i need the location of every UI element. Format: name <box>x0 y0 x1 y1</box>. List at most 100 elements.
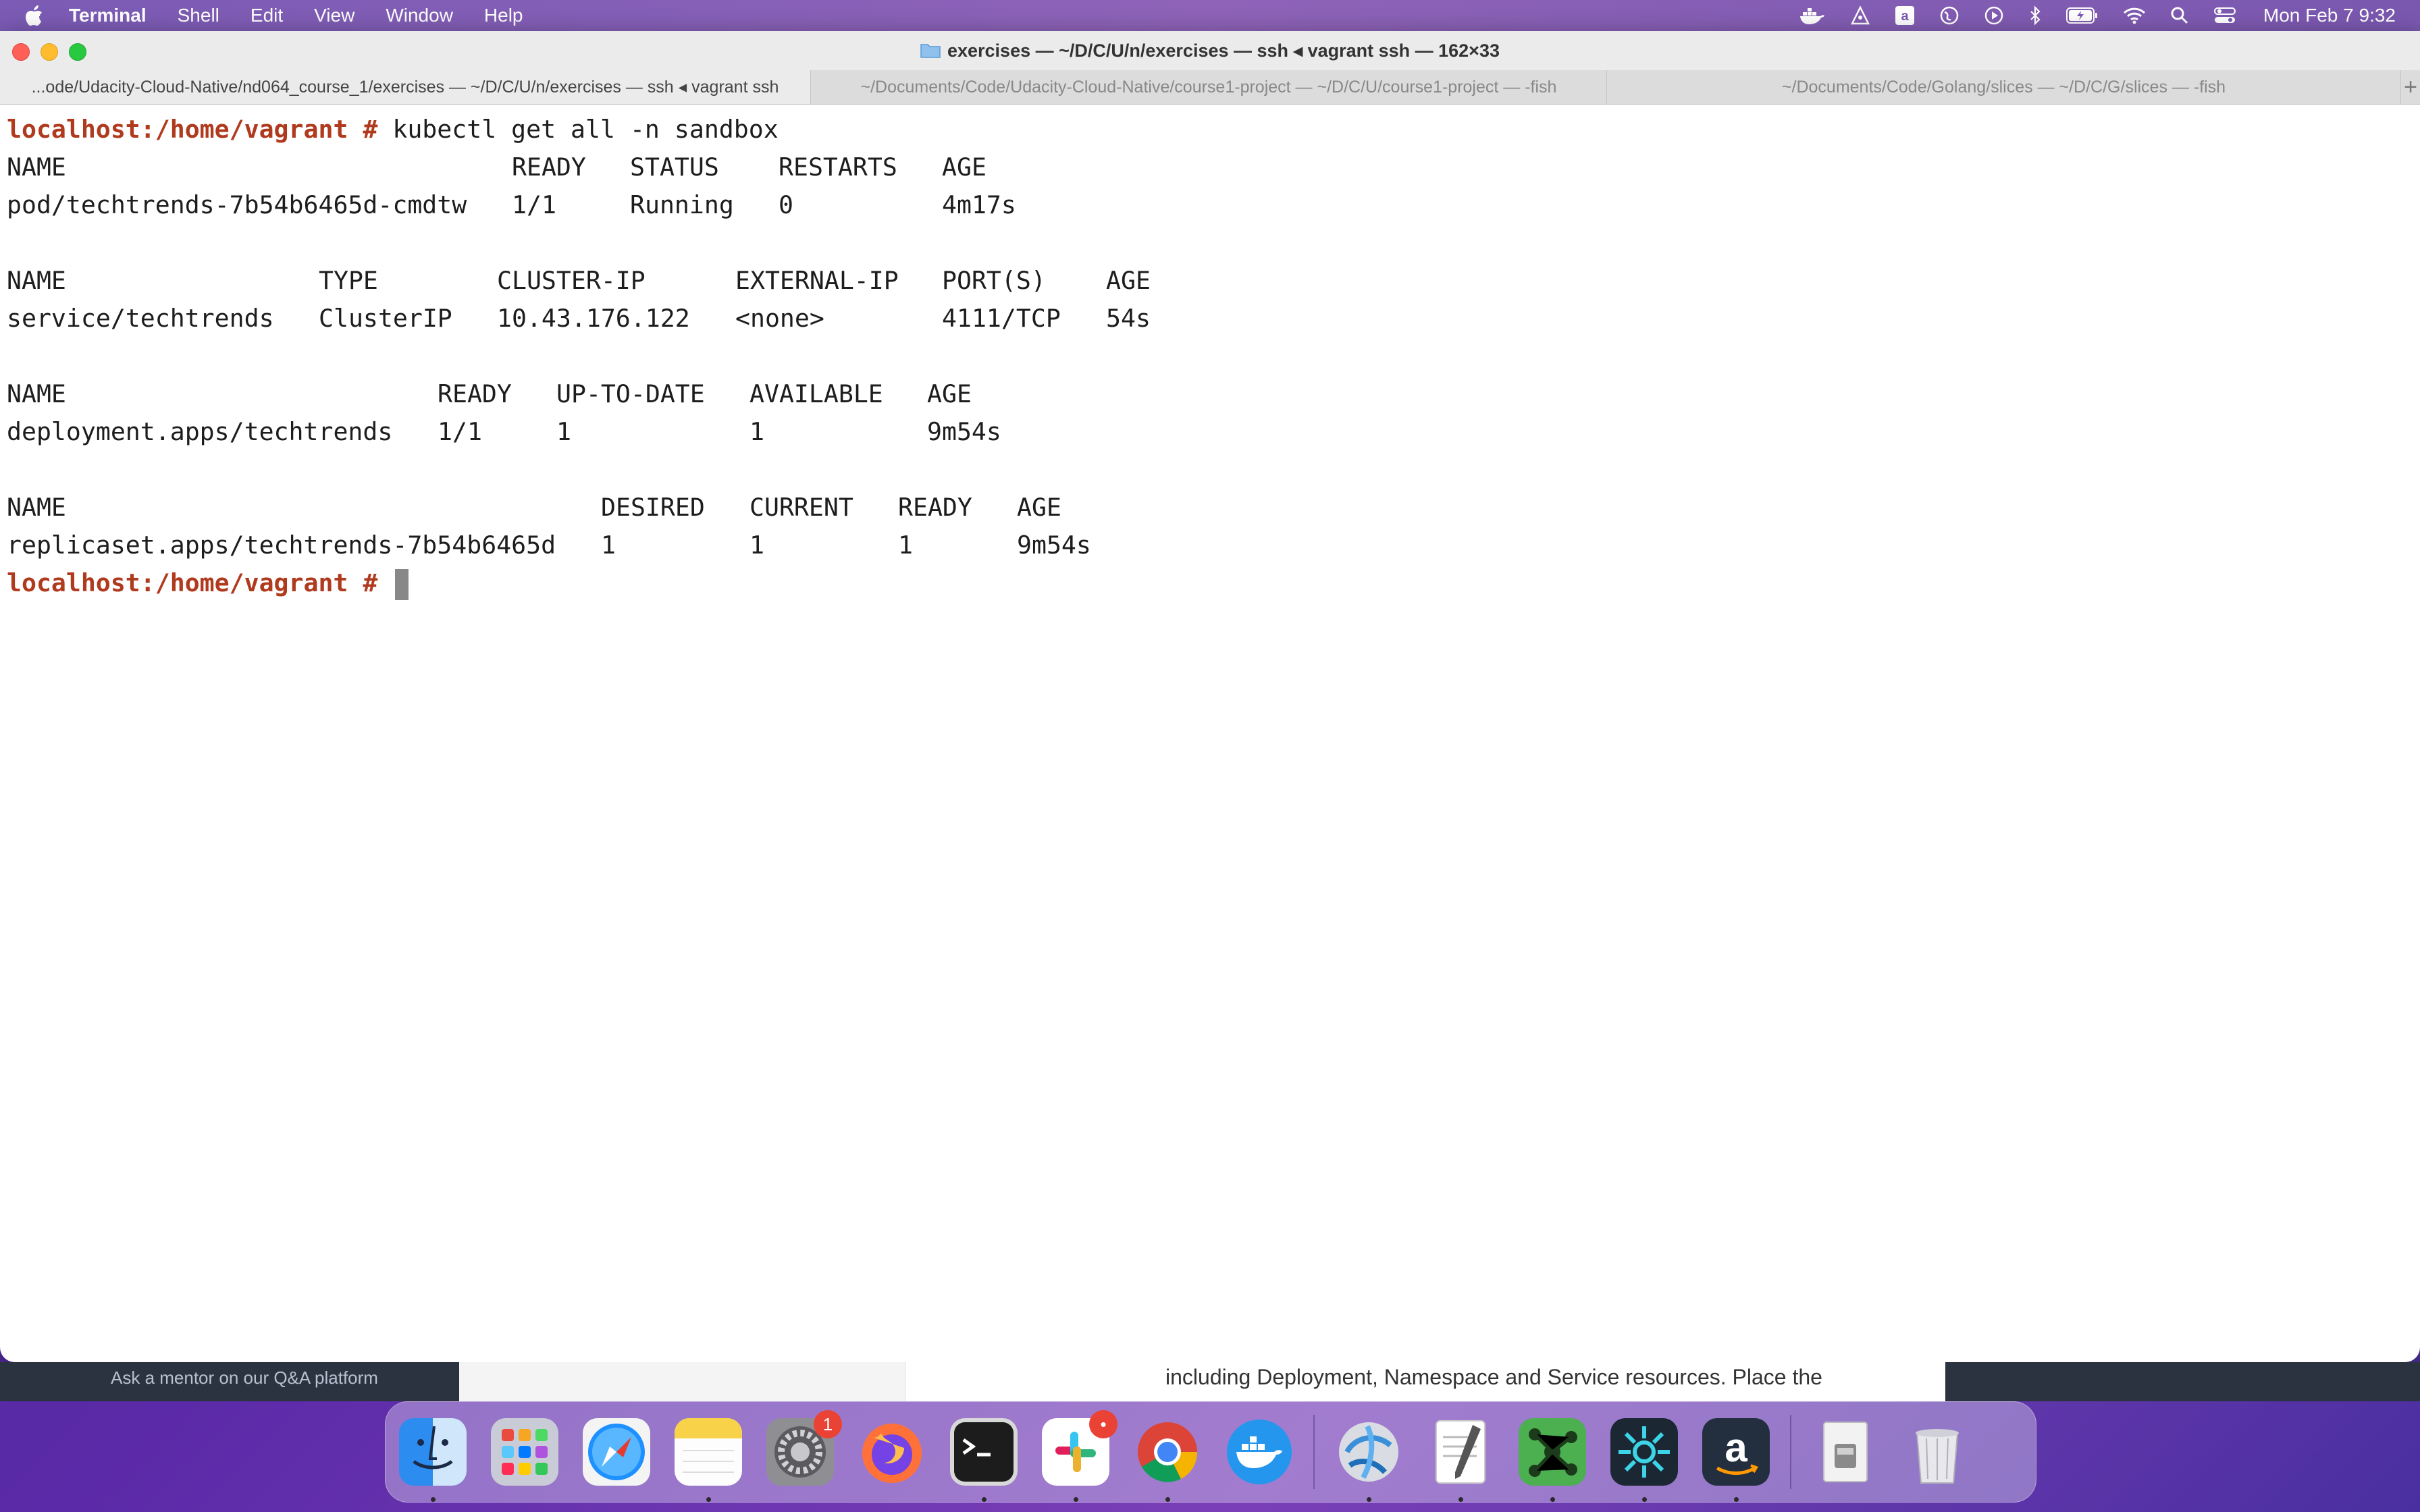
globe-status-icon[interactable] <box>1939 5 1959 26</box>
table-header: AGE <box>927 379 972 408</box>
terminal-output[interactable]: localhost:/home/vagrant # kubectl get al… <box>7 111 2413 1362</box>
battery-icon[interactable] <box>2066 7 2099 24</box>
table-header: NAME <box>7 493 66 522</box>
apple-menu-icon[interactable] <box>24 5 51 26</box>
table-header: RESTARTS <box>779 153 897 182</box>
chrome-icon[interactable] <box>1130 1414 1205 1502</box>
running-indicator <box>1642 1497 1647 1502</box>
table-cell: ClusterIP <box>319 304 452 333</box>
network-app-icon[interactable] <box>1331 1414 1406 1502</box>
table-header: TYPE <box>319 266 378 295</box>
title-bar[interactable]: exercises — ~/D/C/U/n/exercises — ssh ◂ … <box>0 31 2420 71</box>
play-status-icon[interactable] <box>1984 5 2004 26</box>
table-header: UP-TO-DATE <box>556 379 705 408</box>
background-browser-window[interactable]: Ask a mentor on our Q&A platform includi… <box>0 1362 2420 1401</box>
pods-row: pod/techtrends-7b54b6465d-cmdtw 1/1 Runn… <box>7 186 2413 224</box>
table-cell: 1 <box>556 417 571 446</box>
running-indicator <box>982 1497 987 1502</box>
services-header-row: NAME TYPE CLUSTER-IP EXTERNAL-IP PORT(S)… <box>7 262 2413 300</box>
menu-shell[interactable]: Shell <box>178 0 219 31</box>
docker-status-icon[interactable] <box>1799 5 1826 26</box>
menu-help[interactable]: Help <box>484 0 523 31</box>
menu-view[interactable]: View <box>314 0 354 31</box>
replicasets-header-row: NAME DESIRED CURRENT READY AGE <box>7 489 2413 526</box>
table-header: AGE <box>1106 266 1151 295</box>
slack-icon[interactable]: • <box>1038 1410 1117 1502</box>
amazon-status-icon[interactable]: a <box>1895 5 1915 26</box>
spotlight-search-icon[interactable] <box>2170 6 2189 25</box>
table-cell: 4m17s <box>942 190 1016 219</box>
table-cell: service/techtrends <box>7 304 274 333</box>
menu-window[interactable]: Window <box>386 0 453 31</box>
table-cell: 4111/TCP <box>942 304 1061 333</box>
downloads-stack-icon[interactable] <box>1808 1414 1883 1490</box>
vpn-status-icon[interactable] <box>1850 5 1870 26</box>
window-title: exercises — ~/D/C/U/n/exercises — ssh ◂ … <box>0 31 2420 70</box>
table-cell: 54s <box>1106 304 1151 333</box>
window-title-text: exercises — ~/D/C/U/n/exercises — ssh ◂ … <box>947 40 1500 61</box>
table-cell: 1/1 <box>438 417 482 446</box>
running-indicator <box>1165 1497 1170 1502</box>
table-cell: 9m54s <box>1017 531 1091 560</box>
textedit-icon[interactable] <box>1423 1414 1498 1502</box>
wifi-icon[interactable] <box>2123 7 2146 24</box>
table-cell: 1 <box>898 531 913 560</box>
deployments-header-row: NAME READY UP-TO-DATE AVAILABLE AGE <box>7 375 2413 413</box>
table-cell: 1 <box>601 531 616 560</box>
menu-edit[interactable]: Edit <box>251 0 283 31</box>
docker-icon[interactable] <box>1221 1414 1297 1490</box>
finder-icon[interactable] <box>395 1414 471 1502</box>
background-page: including Deployment, Namespace and Serv… <box>459 1362 1945 1401</box>
terminal-app-icon[interactable] <box>946 1414 1022 1502</box>
running-indicator <box>1367 1497 1371 1502</box>
safari-icon[interactable] <box>579 1414 654 1490</box>
gitkraken-icon[interactable] <box>1515 1414 1590 1502</box>
table-header: READY <box>898 493 972 522</box>
system-preferences-icon[interactable]: 1 <box>762 1410 842 1490</box>
table-cell: pod/techtrends-7b54b6465d-cmdtw <box>7 190 467 219</box>
control-center-icon[interactable] <box>2213 7 2236 24</box>
prompt: localhost:/home/vagrant # <box>7 115 378 144</box>
table-header: STATUS <box>630 153 719 182</box>
background-page-text: including Deployment, Namespace and Serv… <box>1165 1365 1822 1389</box>
lens-app-icon[interactable] <box>1606 1414 1682 1502</box>
dock-separator <box>1790 1415 1791 1489</box>
table-header: NAME <box>7 153 66 182</box>
replicasets-row: replicaset.apps/techtrends-7b54b6465d 1 … <box>7 526 2413 564</box>
firefox-icon[interactable] <box>854 1414 930 1490</box>
table-cell: 0 <box>779 190 793 219</box>
table-header: AVAILABLE <box>749 379 883 408</box>
bluetooth-icon[interactable] <box>2028 5 2042 26</box>
tab-slices[interactable]: ~/Documents/Code/Golang/slices — ~/D/C/G… <box>1607 70 2401 104</box>
table-header: DESIRED <box>601 493 705 522</box>
trash-icon[interactable] <box>1899 1414 1975 1490</box>
notes-icon[interactable] <box>670 1414 746 1502</box>
services-row: service/techtrends ClusterIP 10.43.176.1… <box>7 300 2413 338</box>
table-header: READY <box>512 153 586 182</box>
active-prompt-line[interactable]: localhost:/home/vagrant # <box>7 564 2413 602</box>
notification-badge: 1 <box>814 1410 842 1438</box>
tab-exercises[interactable]: ...ode/Udacity-Cloud-Native/nd064_course… <box>0 70 811 104</box>
table-header: NAME <box>7 266 66 295</box>
tab-course1-project[interactable]: ~/Documents/Code/Udacity-Cloud-Native/co… <box>811 70 1607 104</box>
terminal-window: exercises — ~/D/C/U/n/exercises — ssh ◂ … <box>0 31 2420 1362</box>
menubar-clock[interactable]: Mon Feb 7 9:32 <box>2263 5 2396 26</box>
table-header: AGE <box>1017 493 1061 522</box>
amazon-app-icon[interactable]: a <box>1698 1414 1774 1502</box>
table-cell: deployment.apps/techtrends <box>7 417 393 446</box>
command-line: localhost:/home/vagrant # kubectl get al… <box>7 111 2413 148</box>
table-header: READY <box>438 379 512 408</box>
table-cell: 10.43.176.122 <box>497 304 690 333</box>
table-cell: 1 <box>749 417 764 446</box>
running-indicator <box>1458 1497 1463 1502</box>
table-header: PORT(S) <box>942 266 1046 295</box>
menu-app-terminal[interactable]: Terminal <box>69 0 147 31</box>
prompt: localhost:/home/vagrant # <box>7 568 378 597</box>
mentor-link[interactable]: Ask a mentor on our Q&A platform <box>111 1368 378 1388</box>
launchpad-icon[interactable] <box>487 1414 562 1490</box>
new-tab-button[interactable]: + <box>2401 70 2420 104</box>
command-text: kubectl get all -n sandbox <box>392 115 779 144</box>
menu-bar: Terminal Shell Edit View Window Help a M… <box>0 0 2420 31</box>
